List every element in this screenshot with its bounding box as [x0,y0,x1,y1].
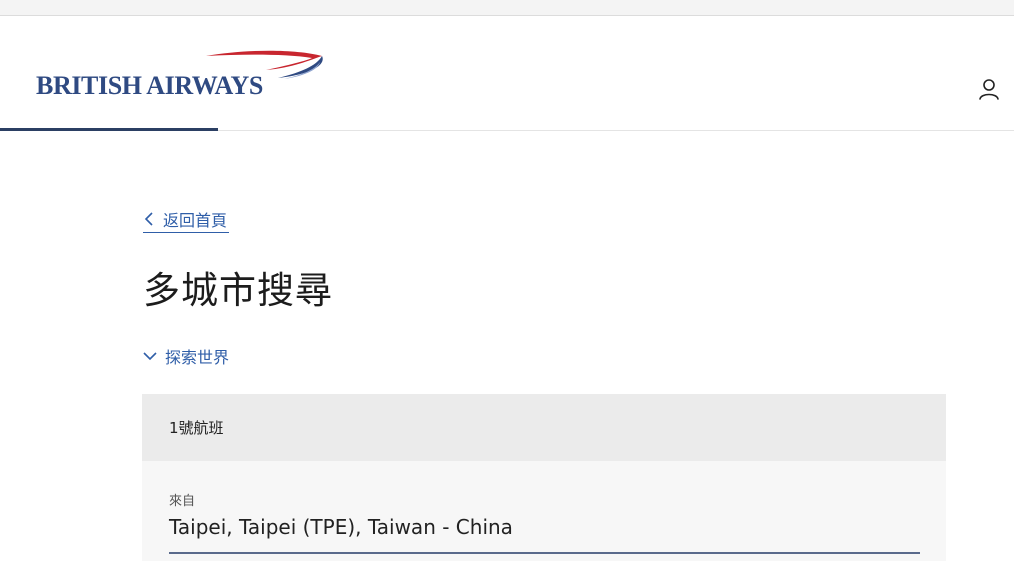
flight-1-panel: 1號航班 來自 Taipei, Taipei (TPE), Taiwan - C… [142,394,946,561]
from-field-label: 來自 [169,494,196,509]
active-nav-indicator [0,128,218,131]
flight-1-header: 1號航班 [142,394,946,461]
chevron-down-icon [143,352,157,361]
site-header: BRITISH AIRWAYS [0,16,1014,131]
user-icon[interactable] [977,77,1001,103]
from-field-value[interactable]: Taipei, Taipei (TPE), Taiwan - China [169,515,920,539]
back-to-home-link[interactable]: 返回首頁 [143,205,230,233]
browser-top-strip [0,0,1014,16]
back-link-label: 返回首頁 [163,210,228,230]
explore-world-label: 探索世界 [165,348,230,367]
chevron-left-icon [144,211,153,226]
page-title: 多城市搜尋 [143,269,333,312]
british-airways-logo[interactable]: BRITISH AIRWAYS [36,50,336,110]
from-field[interactable]: 來自 Taipei, Taipei (TPE), Taiwan - China [169,490,920,554]
brand-wordmark: BRITISH AIRWAYS [36,71,263,100]
explore-world-toggle[interactable]: 探索世界 [143,344,229,368]
